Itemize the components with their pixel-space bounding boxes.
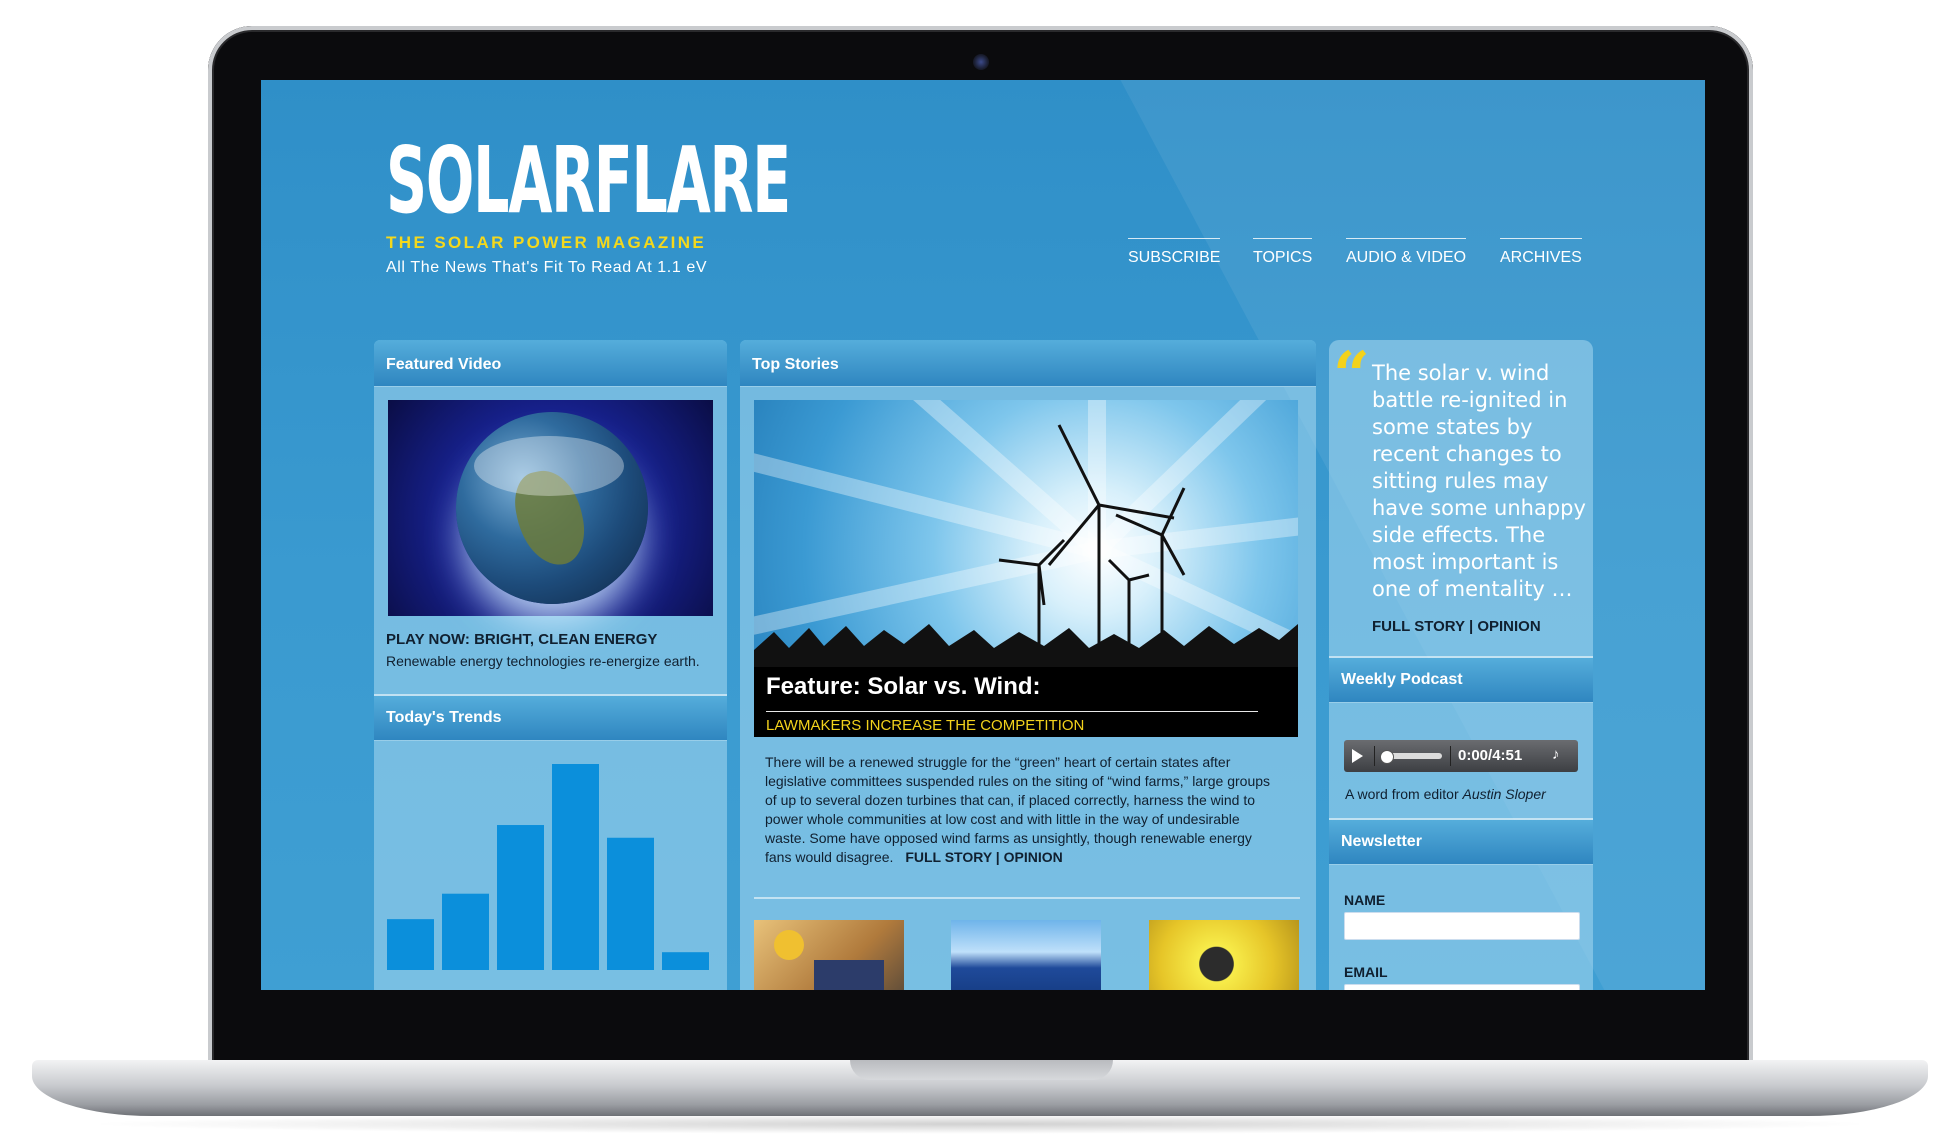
trends-bar-chart	[387, 764, 709, 970]
stories-divider	[754, 897, 1300, 899]
quote-link[interactable]: FULL STORY | OPINION	[1372, 618, 1541, 635]
newsletter-name-input[interactable]	[1344, 912, 1580, 940]
laptop-shadow	[80, 1114, 1880, 1134]
nav-archives[interactable]: ARCHIVES	[1500, 238, 1582, 267]
podcast-heading: Weekly Podcast	[1329, 658, 1593, 703]
trends-bar	[497, 825, 544, 970]
feature-title[interactable]: Feature: Solar vs. Wind:	[766, 673, 1041, 701]
podcast-caption: A word from editor Austin Sloper	[1345, 786, 1546, 802]
feature-subtitle: LAWMAKERS INCREASE THE COMPETITION	[766, 717, 1085, 734]
podcast-time: 0:00/4:51	[1458, 747, 1523, 764]
play-icon[interactable]	[1352, 749, 1363, 763]
story-thumbnail-cell[interactable]	[1149, 920, 1299, 990]
nav-topics[interactable]: TOPICS	[1253, 238, 1313, 267]
podcast-caption-prefix: A word from editor	[1345, 786, 1463, 802]
newsletter-email-label: EMAIL	[1344, 964, 1388, 980]
feature-image[interactable]: Feature: Solar vs. Wind: LAWMAKERS INCRE…	[754, 400, 1298, 737]
player-separator	[1374, 746, 1375, 766]
hardhat-shape	[774, 930, 804, 960]
site-subtitle: All The News That's Fit To Read At 1.1 e…	[386, 259, 708, 276]
feature-story-link[interactable]: FULL STORY | OPINION	[905, 849, 1062, 865]
trends-bar	[662, 952, 709, 970]
podcast-block: Weekly Podcast 0:00/4:51 ♪ A word from e…	[1329, 658, 1593, 802]
seek-handle[interactable]	[1380, 750, 1394, 764]
webcam-icon	[973, 54, 989, 70]
laptop-notch	[850, 1060, 1113, 1080]
nav-subscribe[interactable]: SUBSCRIBE	[1128, 238, 1221, 267]
story-thumbnail-panels[interactable]	[951, 920, 1101, 990]
brand-block[interactable]: SOLARFLARE THE SOLAR POWER MAGAZINE All …	[386, 135, 791, 277]
quote-block: “ The solar v. wind battle re-ignited in…	[1329, 340, 1593, 655]
feature-caption-bar: Feature: Solar vs. Wind: LAWMAKERS INCRE…	[754, 667, 1298, 737]
top-stories-panel: Top Stories Feature: Solar vs. Wind: LAW…	[740, 340, 1316, 990]
right-column-panel: “ The solar v. wind battle re-ignited in…	[1329, 340, 1593, 990]
site-logo[interactable]: SOLARFLARE	[386, 135, 791, 227]
site-tagline: THE SOLAR POWER MAGAZINE	[386, 233, 707, 252]
story-thumbnail-installers[interactable]	[754, 920, 904, 990]
website-screen: SOLARFLARE THE SOLAR POWER MAGAZINE All …	[261, 80, 1705, 990]
newsletter-email-input[interactable]	[1344, 984, 1580, 990]
trends-bar	[387, 919, 434, 970]
volume-icon[interactable]: ♪	[1552, 746, 1560, 763]
quote-text: The solar v. wind battle re-ignited in s…	[1372, 361, 1586, 601]
podcast-editor-name: Austin Sloper	[1462, 786, 1546, 802]
solar-panel-shape	[814, 960, 884, 990]
trends-bar	[552, 764, 599, 970]
quote-mark-icon: “	[1333, 340, 1370, 413]
feature-rule	[766, 711, 1258, 712]
trends-bar	[442, 893, 489, 970]
feature-story-text: There will be a renewed struggle for the…	[765, 753, 1280, 867]
audio-player[interactable]: 0:00/4:51 ♪	[1344, 740, 1578, 772]
newsletter-block: Newsletter NAME EMAIL	[1329, 820, 1593, 990]
top-stories-heading: Top Stories	[740, 340, 1316, 387]
newsletter-heading: Newsletter	[1329, 820, 1593, 865]
trends-bar	[607, 837, 654, 970]
featured-video-panel: Featured Video PLAY NOW: BRIGHT, CLEAN E…	[374, 340, 727, 990]
newsletter-name-label: NAME	[1344, 892, 1386, 908]
nav-audio-video[interactable]: AUDIO & VIDEO	[1346, 238, 1467, 267]
player-separator-2	[1450, 746, 1451, 766]
